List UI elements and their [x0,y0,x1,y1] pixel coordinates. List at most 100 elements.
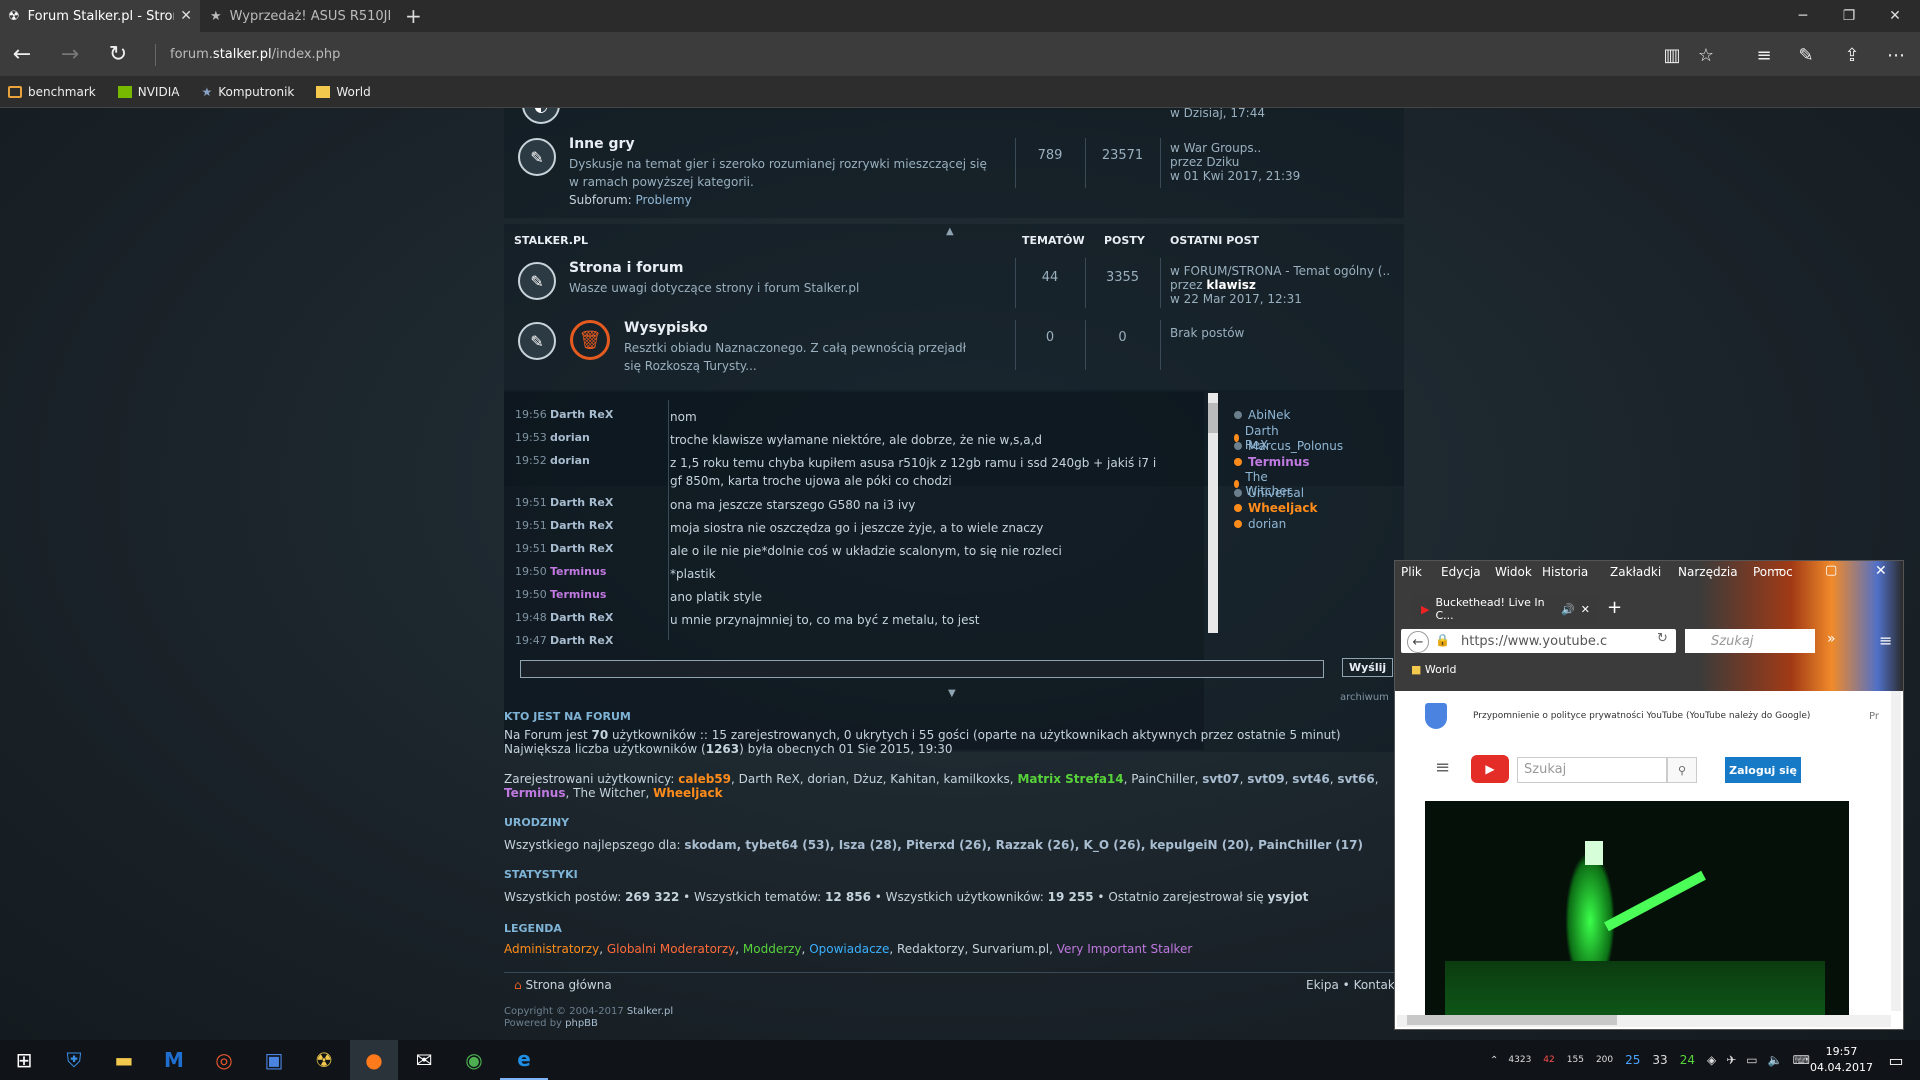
shout-user[interactable]: dorian [550,454,660,476]
registered-user[interactable]: svt66 [1337,772,1374,786]
registered-user[interactable]: svt07 [1202,772,1239,786]
legend-item[interactable]: Administratorzy [504,942,599,956]
legend-item[interactable]: Very Important Stalker [1057,942,1193,956]
legend-item[interactable]: Modderzy [743,942,802,956]
ff-vertical-scrollbar[interactable] [1891,691,1901,1011]
back-button[interactable]: ← [4,36,40,72]
tray-indicator[interactable]: 25 [1625,1053,1640,1067]
legend-item[interactable]: Globalni Moderatorzy [607,942,735,956]
ff-menu-item[interactable]: Pomoc [1753,565,1793,579]
volume-icon[interactable]: 🔈 [1768,1053,1783,1067]
ff-menu-item[interactable]: Narzędzia [1678,565,1738,579]
registered-user[interactable]: Kahitan [890,772,936,786]
expand-down-icon[interactable]: ▼ [948,688,956,699]
start-windows-icon[interactable]: ⊞ [0,1040,48,1080]
tab-shop[interactable]: ★ Wyprzedaż! ASUS R510JK-D [202,0,402,32]
new-tab-button[interactable]: + [405,4,422,28]
shout-user[interactable]: Darth ReX [550,611,660,633]
fav-komputronik[interactable]: ★ Komputronik [201,85,294,99]
close-tab-icon[interactable]: ✕ [1581,603,1590,616]
tray-indicator[interactable]: 155 [1567,1055,1584,1065]
speaker-icon[interactable]: 🔊 [1561,603,1575,616]
online-user[interactable]: Marcus_Polonus [1234,439,1343,453]
minimize-button[interactable]: ─ [1780,0,1826,32]
share-icon[interactable]: ⇪ [1836,40,1868,70]
last-post-author[interactable]: przez Dziku [1170,155,1300,169]
close-window-button[interactable]: ✕ [1872,0,1918,32]
subforum-link[interactable]: Problemy [636,193,692,207]
shout-user[interactable]: Darth ReX [550,519,660,541]
edge-icon[interactable]: e [500,1040,548,1080]
registered-user[interactable]: Matrix Strefa14 [1017,772,1123,786]
restore-button[interactable]: ❐ [1826,0,1872,32]
last-post-author[interactable]: klawisz [1206,278,1256,292]
display-icon[interactable]: ▭ [1746,1053,1757,1067]
video-player[interactable] [1425,801,1849,1023]
ff-menu-item[interactable]: Widok [1495,565,1532,579]
ff-tab-youtube[interactable]: ▶ Buckethead! Live In C... 🔊 ✕ [1413,595,1598,623]
ff-menu-item[interactable]: Plik [1401,565,1422,579]
ff-menu-item[interactable]: Edycja [1441,565,1481,579]
legend-item[interactable]: Redaktorzy [897,942,964,956]
ff-menu-icon[interactable]: ≡ [1879,631,1892,650]
ff-search-field[interactable]: Szukaj [1685,629,1815,653]
registered-user[interactable]: caleb59 [678,772,731,786]
online-user[interactable]: AbiNek [1234,408,1290,422]
forum-title-strona[interactable]: Strona i forum [569,260,683,276]
radiation-icon[interactable]: ☢ [300,1040,348,1080]
more-icon[interactable]: ⋯ [1880,40,1912,70]
ff-menu-item[interactable]: Historia [1542,565,1588,579]
ff-new-tab-button[interactable]: + [1607,597,1622,618]
mail-icon[interactable]: ✉ [400,1040,448,1080]
reading-view-icon[interactable]: ▥ [1656,40,1688,70]
ccleaner-icon[interactable]: ◎ [200,1040,248,1080]
forum-title-wysypisko[interactable]: Wysypisko [624,320,708,336]
online-user[interactable]: Terminus [1234,455,1310,469]
collapse-up-icon[interactable]: ▲ [946,226,954,237]
registered-user[interactable]: svt09 [1247,772,1284,786]
registered-user[interactable]: dorian [807,772,845,786]
legend-item[interactable]: Survarium.pl [972,942,1049,956]
online-user[interactable]: Universal [1234,486,1304,500]
firefox-taskbar-icon[interactable]: ● [350,1040,398,1080]
online-user[interactable]: Wheeljack [1234,501,1317,515]
file-explorer-icon[interactable]: ▬ [100,1040,148,1080]
ff-horizontal-scrollbar[interactable] [1397,1015,1891,1027]
ff-back-button[interactable]: ← [1407,631,1429,653]
yt-search-icon[interactable]: ⚲ [1667,757,1697,783]
ff-reload-icon[interactable]: ↻ [1657,631,1668,646]
privacy-notice[interactable]: Przypomnienie o polityce prywatności You… [1473,711,1810,721]
registered-user[interactable]: The Witcher [573,786,645,800]
refresh-button[interactable]: ↻ [100,36,136,72]
registered-user[interactable]: svt46 [1292,772,1329,786]
yt-search-input[interactable]: Szukaj [1517,757,1667,783]
shout-user[interactable]: Darth ReX [550,634,660,644]
tray-indicator[interactable]: 42 [1543,1055,1554,1065]
registered-user[interactable]: Wheeljack [653,786,722,800]
save-disk-icon[interactable]: ▣ [250,1040,298,1080]
legend-item[interactable]: Opowiadacze [809,942,889,956]
chrome-icon[interactable]: ◉ [450,1040,498,1080]
ff-minimize-button[interactable]: ─ [1775,563,1783,578]
forward-button[interactable]: → [52,36,88,72]
last-post-topic[interactable]: w War Groups.. [1170,141,1300,155]
network-icon[interactable]: ✈ [1726,1053,1736,1067]
shout-user[interactable]: Darth ReX [550,496,660,518]
tray-indicator[interactable]: 24 [1680,1053,1695,1067]
registered-user[interactable]: Dżuz [853,772,882,786]
home-link[interactable]: ⌂ Strona główna [514,978,612,992]
tray-expand-icon[interactable]: ⌃ [1490,1055,1498,1066]
web-note-icon[interactable]: ✎ [1790,40,1822,70]
contact-link[interactable]: Kontakt [1354,978,1400,992]
ff-overflow-icon[interactable]: » [1827,631,1836,647]
favorite-star-icon[interactable]: ☆ [1690,40,1722,70]
tray-indicator[interactable]: 200 [1596,1055,1613,1065]
shout-user[interactable]: Terminus [550,565,660,587]
action-center-icon[interactable]: ▭ [1872,1040,1920,1080]
shout-user[interactable]: Darth ReX [550,408,660,430]
fav-benchmark[interactable]: benchmark [8,85,96,99]
shout-user[interactable]: Darth ReX [550,542,660,564]
shout-input[interactable] [520,660,1324,678]
tray-indicator[interactable]: 4323 [1508,1055,1531,1065]
ff-restore-button[interactable]: ▢ [1825,563,1837,578]
